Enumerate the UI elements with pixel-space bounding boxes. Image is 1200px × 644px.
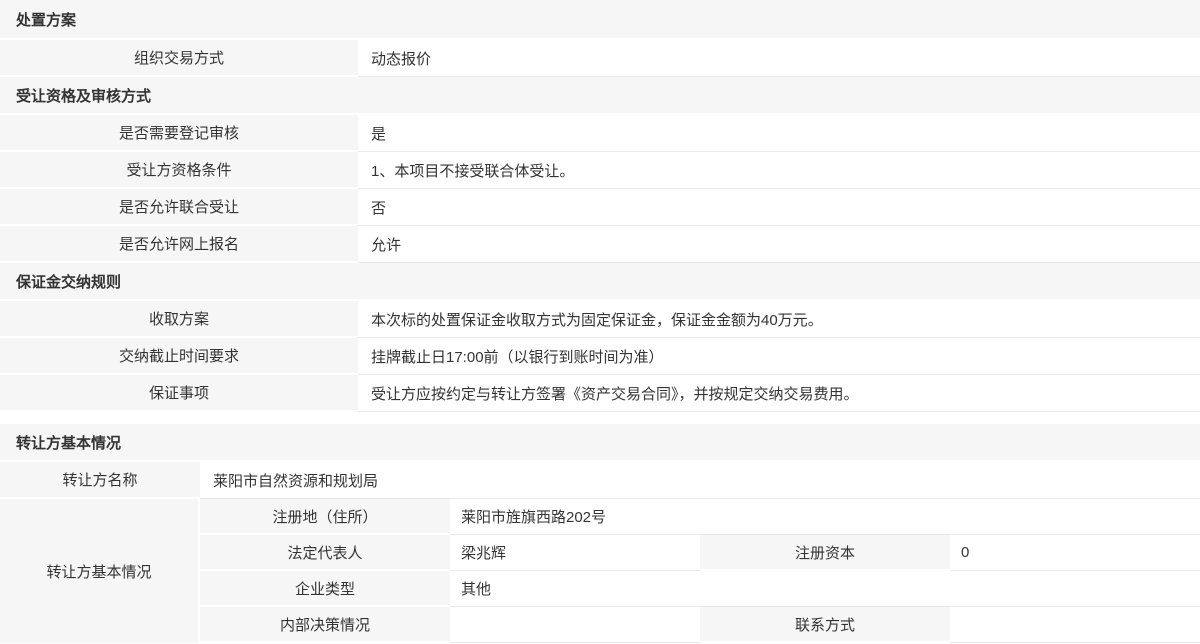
row-organize-trade-method: 组织交易方式 动态报价 <box>0 40 1200 77</box>
field-value: 受让方应按约定与转让方签署《资产交易合同》，并按规定交纳交易费用。 <box>358 375 1200 412</box>
field-label: 转让方名称 <box>0 462 200 499</box>
group-rows: 注册地（住所） 莱阳市旌旗西路202号 法定代表人 梁兆辉 注册资本 0 企业类… <box>200 499 1200 643</box>
row-registration-review: 是否需要登记审核 是 <box>0 115 1200 152</box>
field-value: 动态报价 <box>358 40 1200 77</box>
field-value: 1、本项目不接受联合体受让。 <box>358 152 1200 189</box>
field-label: 组织交易方式 <box>0 40 358 77</box>
field-value: 允许 <box>358 226 1200 263</box>
asset-listing-detail-page: 处置方案 组织交易方式 动态报价 受让资格及审核方式 是否需要登记审核 是 受让… <box>0 0 1200 644</box>
row-transferor-name: 转让方名称 莱阳市自然资源和规划局 <box>0 462 1200 499</box>
row-guarantee-matters: 保证事项 受让方应按约定与转让方签署《资产交易合同》，并按规定交纳交易费用。 <box>0 375 1200 412</box>
field-label: 交纳截止时间要求 <box>0 338 358 375</box>
field-value: 梁兆辉 <box>450 535 700 571</box>
field-label: 内部决策情况 <box>200 607 450 643</box>
row-enterprise-type: 企业类型 其他 <box>200 571 1200 607</box>
field-value: 挂牌截止日17:00前（以银行到账时间为准） <box>358 338 1200 375</box>
field-value: 其他 <box>450 571 1200 607</box>
field-label: 是否允许联合受让 <box>0 189 358 226</box>
section-header-transferee-qualification: 受让资格及审核方式 <box>0 77 1200 115</box>
field-label: 是否需要登记审核 <box>0 115 358 152</box>
field-value: 本次标的处置保证金收取方式为固定保证金，保证金金额为40万元。 <box>358 301 1200 338</box>
table-disposal-info: 处置方案 组织交易方式 动态报价 受让资格及审核方式 是否需要登记审核 是 受让… <box>0 0 1200 412</box>
field-value <box>450 607 700 643</box>
field-value: 是 <box>358 115 1200 152</box>
field-value: 0 <box>950 535 1200 571</box>
field-label: 法定代表人 <box>200 535 450 571</box>
row-allow-joint-transfer: 是否允许联合受让 否 <box>0 189 1200 226</box>
row-payment-deadline: 交纳截止时间要求 挂牌截止日17:00前（以银行到账时间为准） <box>0 338 1200 375</box>
row-allow-online-signup: 是否允许网上报名 允许 <box>0 226 1200 263</box>
field-value: 莱阳市自然资源和规划局 <box>200 462 1200 499</box>
group-rowspan-label: 转让方基本情况 <box>0 499 200 643</box>
section-header-transferor-basic-info: 转让方基本情况 <box>0 424 1200 462</box>
section-header-deposit-rules: 保证金交纳规则 <box>0 263 1200 301</box>
table-transferor-info: 转让方基本情况 转让方名称 莱阳市自然资源和规划局 转让方基本情况 注册地（住所… <box>0 424 1200 643</box>
field-label: 是否允许网上报名 <box>0 226 358 263</box>
field-label: 收取方案 <box>0 301 358 338</box>
field-label: 受让方资格条件 <box>0 152 358 189</box>
table-gap <box>0 412 1200 424</box>
field-label: 企业类型 <box>200 571 450 607</box>
field-label: 保证事项 <box>0 375 358 412</box>
row-registered-address: 注册地（住所） 莱阳市旌旗西路202号 <box>200 499 1200 535</box>
field-value: 莱阳市旌旗西路202号 <box>450 499 1200 535</box>
field-label: 注册资本 <box>700 535 950 571</box>
field-value: 否 <box>358 189 1200 226</box>
transferor-detail-group: 转让方基本情况 注册地（住所） 莱阳市旌旗西路202号 法定代表人 梁兆辉 注册… <box>0 499 1200 643</box>
field-value <box>950 607 1200 643</box>
row-decision-and-contact: 内部决策情况 联系方式 <box>200 607 1200 643</box>
field-label: 联系方式 <box>700 607 950 643</box>
row-transferee-conditions: 受让方资格条件 1、本项目不接受联合体受让。 <box>0 152 1200 189</box>
row-collection-plan: 收取方案 本次标的处置保证金收取方式为固定保证金，保证金金额为40万元。 <box>0 301 1200 338</box>
field-label: 注册地（住所） <box>200 499 450 535</box>
row-legal-rep-and-capital: 法定代表人 梁兆辉 注册资本 0 <box>200 535 1200 571</box>
section-header-disposal-plan: 处置方案 <box>0 0 1200 40</box>
